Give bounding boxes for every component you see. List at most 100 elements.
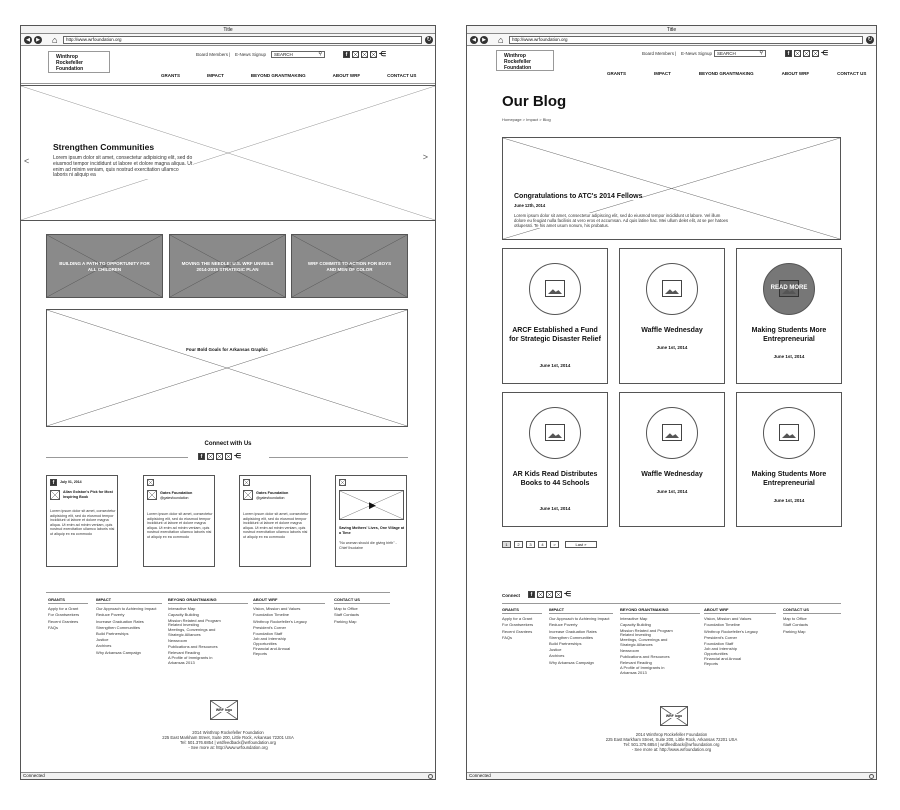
footer-link[interactable]: Financial and Annual Reports bbox=[704, 656, 748, 667]
hero-carousel[interactable]: Strengthen Communities Lorem ipsum dolor… bbox=[21, 85, 435, 221]
address-bar[interactable]: http://www.wrfoundation.org bbox=[509, 36, 863, 44]
nav-about-wrf[interactable]: ABOUT WRF bbox=[782, 71, 810, 76]
post-title[interactable]: AR Kids Read Distributes Books to 44 Sch… bbox=[507, 471, 603, 488]
facebook-icon[interactable]: f bbox=[343, 51, 350, 58]
nav-contact-us[interactable]: CONTACT US bbox=[837, 71, 866, 76]
search-input[interactable]: SEARCH ⚲ bbox=[714, 50, 766, 57]
youtube-icon[interactable] bbox=[225, 453, 232, 460]
board-members-link[interactable]: Board Members bbox=[642, 51, 674, 56]
nav-grants[interactable]: GRANTS bbox=[607, 71, 626, 76]
youtube-icon[interactable] bbox=[370, 51, 377, 58]
enews-signup-link[interactable]: E-News Signup bbox=[235, 52, 266, 57]
linkedin-icon[interactable] bbox=[361, 51, 368, 58]
play-icon[interactable]: ▶ bbox=[369, 500, 376, 510]
last-page-button[interactable]: Last » bbox=[565, 541, 597, 548]
footer-link[interactable]: Why Arkansas Campaign bbox=[549, 660, 613, 666]
post-title[interactable]: ARCF Established a Fund for Strategic Di… bbox=[507, 327, 603, 344]
social-card-facebook[interactable]: f July 01, 2014 Allan Golston's Pick for… bbox=[46, 475, 118, 567]
share-icon[interactable]: ⋲ bbox=[379, 51, 386, 58]
nav-impact[interactable]: IMPACT bbox=[654, 71, 671, 76]
social-card-youtube[interactable]: ▶ Saving Mothers' Lives, One Village at … bbox=[335, 475, 407, 567]
linkedin-icon[interactable] bbox=[546, 591, 553, 598]
youtube-icon[interactable] bbox=[555, 591, 562, 598]
featured-post[interactable]: Congratulations to ATC's 2014 Fellows Ju… bbox=[502, 137, 841, 240]
page-2-button[interactable]: 2 bbox=[514, 541, 523, 548]
nav-about-wrf[interactable]: ABOUT WRF bbox=[333, 73, 361, 78]
social-card-twitter[interactable]: Gates Foundation @gatesfoundation Lorem … bbox=[239, 475, 311, 567]
site-logo[interactable]: Winthrop Rockefeller Foundation bbox=[48, 51, 110, 73]
twitter-icon[interactable] bbox=[537, 591, 544, 598]
forward-icon[interactable]: ▶ bbox=[34, 36, 42, 44]
address-bar[interactable]: http://www.wrfoundation.org bbox=[63, 36, 422, 44]
blog-card[interactable]: ARCF Established a Fund for Strategic Di… bbox=[502, 248, 608, 384]
youtube-icon[interactable] bbox=[812, 50, 819, 57]
search-input[interactable]: SEARCH ⚲ bbox=[271, 51, 325, 58]
post-title[interactable]: Making Students More Entrepreneurial bbox=[741, 327, 837, 344]
footer-link[interactable]: Parking Map bbox=[783, 629, 841, 635]
enews-signup-link[interactable]: E-News Signup bbox=[681, 51, 712, 56]
carousel-prev-icon[interactable]: < bbox=[24, 156, 29, 166]
footer-link[interactable]: Meetings, Convenings and Strategic Allia… bbox=[620, 637, 676, 648]
share-icon[interactable]: ⋲ bbox=[564, 591, 571, 598]
linkedin-icon[interactable] bbox=[803, 50, 810, 57]
breadcrumb[interactable]: Homepage > Impact > Blog bbox=[502, 117, 551, 122]
twitter-icon[interactable] bbox=[794, 50, 801, 57]
home-icon[interactable]: ⌂ bbox=[52, 35, 57, 45]
page-1-button[interactable]: 1 bbox=[502, 541, 511, 548]
facebook-icon[interactable]: f bbox=[785, 50, 792, 57]
footer-link[interactable]: A Profile of Immigrants in Arkansas 2013 bbox=[168, 656, 224, 666]
board-members-link[interactable]: Board Members bbox=[196, 52, 228, 57]
blog-card[interactable]: AR Kids Read Distributes Books to 44 Sch… bbox=[502, 392, 608, 527]
nav-contact-us[interactable]: CONTACT US bbox=[387, 73, 416, 78]
four-goals-graphic[interactable]: Four Bold Goals for Arkansas Graphic bbox=[46, 309, 408, 427]
share-icon[interactable]: ⋲ bbox=[234, 453, 241, 460]
facebook-icon[interactable]: f bbox=[198, 453, 205, 460]
footer-link[interactable]: Parking Map bbox=[334, 619, 390, 625]
nav-beyond-grantmaking[interactable]: BEYOND GRANTMAKING bbox=[699, 71, 754, 76]
blog-card[interactable]: Making Students More Entrepreneurial Jun… bbox=[736, 392, 842, 527]
nav-grants[interactable]: GRANTS bbox=[161, 73, 180, 78]
feature-tile[interactable]: BUILDING A PATH TO OPPORTUNITY FOR ALL C… bbox=[46, 234, 163, 298]
footer-wrf-logo[interactable]: WRF logo bbox=[660, 706, 688, 726]
refresh-icon[interactable]: ↻ bbox=[866, 36, 874, 44]
footer-wrf-logo[interactable]: WRF logo bbox=[210, 700, 238, 720]
feature-tile[interactable]: WRF COMMITS TO ACTION FOR BOYS AND MEN O… bbox=[291, 234, 408, 298]
back-icon[interactable]: ◀ bbox=[24, 36, 32, 44]
footer-link[interactable]: A Profile of Immigrants in Arkansas 2013 bbox=[620, 666, 674, 676]
linkedin-icon[interactable] bbox=[216, 453, 223, 460]
blog-card[interactable]: Waffle Wednesday June 1st, 2014 bbox=[619, 248, 725, 384]
twitter-icon[interactable] bbox=[352, 51, 359, 58]
post-title[interactable]: Waffle Wednesday bbox=[624, 327, 720, 336]
footer-link[interactable]: Financial and Annual Reports bbox=[253, 646, 297, 657]
footer-link[interactable]: Meetings, Convenings and Strategic Allia… bbox=[168, 627, 224, 638]
blog-card[interactable]: Waffle Wednesday June 1st, 2014 bbox=[619, 392, 725, 527]
nav-beyond-grantmaking[interactable]: BEYOND GRANTMAKING bbox=[251, 73, 306, 78]
forward-icon[interactable]: ▶ bbox=[480, 36, 488, 44]
search-icon[interactable]: ⚲ bbox=[759, 51, 763, 56]
social-card-twitter[interactable]: Gates Foundation @gatesfoundation Lorem … bbox=[143, 475, 215, 567]
next-page-button[interactable]: > bbox=[550, 541, 559, 548]
back-icon[interactable]: ◀ bbox=[470, 36, 478, 44]
feature-tile[interactable]: MOVING THE NEEDLE: U.S. WRF UNVEILS 2014… bbox=[169, 234, 286, 298]
blog-card-hover[interactable]: READ MORE Making Students More Entrepren… bbox=[736, 248, 842, 384]
read-more-button[interactable]: READ MORE bbox=[764, 285, 814, 291]
video-thumbnail[interactable]: ▶ bbox=[339, 490, 404, 520]
search-icon[interactable]: ⚲ bbox=[318, 52, 322, 57]
page-4-button[interactable]: 4 bbox=[538, 541, 547, 548]
carousel-next-icon[interactable]: > bbox=[423, 152, 428, 162]
footer-link[interactable]: FAQs bbox=[48, 625, 88, 631]
site-logo[interactable]: Winthrop Rockefeller Foundation bbox=[496, 50, 554, 71]
home-icon[interactable]: ⌂ bbox=[498, 35, 503, 45]
post-title[interactable]: Making Students More Entrepreneurial bbox=[741, 471, 837, 488]
twitter-icon[interactable] bbox=[207, 453, 214, 460]
footer-link[interactable]: Why Arkansas Campaign bbox=[96, 650, 162, 656]
nav-impact[interactable]: IMPACT bbox=[207, 73, 224, 78]
page-3-button[interactable]: 3 bbox=[526, 541, 535, 548]
footer-link[interactable]: FAQs bbox=[502, 635, 542, 641]
settings-icon[interactable] bbox=[428, 774, 433, 779]
post-title[interactable]: Waffle Wednesday bbox=[624, 471, 720, 480]
facebook-icon[interactable]: f bbox=[528, 591, 535, 598]
refresh-icon[interactable]: ↻ bbox=[425, 36, 433, 44]
share-icon[interactable]: ⋲ bbox=[821, 50, 828, 57]
settings-icon[interactable] bbox=[869, 774, 874, 779]
